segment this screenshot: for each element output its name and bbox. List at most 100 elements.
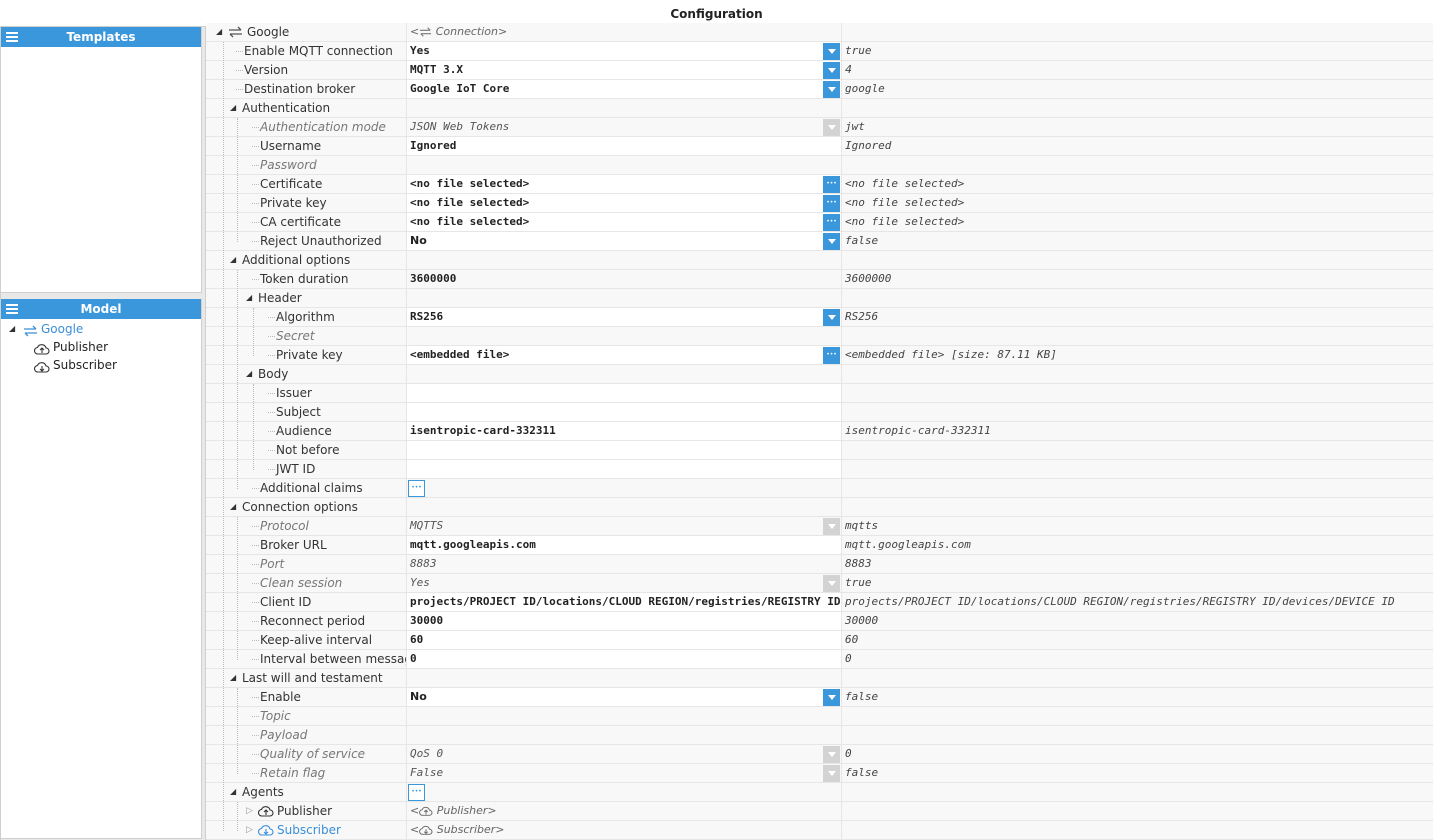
property-value-not-before[interactable] [406, 441, 841, 459]
property-value-keep-alive[interactable]: 60 [406, 631, 841, 649]
property-row-additional-claims[interactable]: Additional claims [206, 479, 1433, 498]
property-row-reconnect-period[interactable]: Reconnect period 30000 30000 [206, 612, 1433, 631]
property-value-jwt-id[interactable] [406, 460, 841, 478]
raw-value-last-will [841, 669, 1433, 687]
property-row-auth-mode[interactable]: Authentication mode JSON Web Tokens jwt [206, 118, 1433, 137]
expanded-triangle-icon[interactable]: ◢ [246, 289, 252, 307]
edit-collection-button[interactable] [408, 784, 425, 801]
property-row-agent-subscriber[interactable]: ▷ Subscriber < Subscriber> [206, 821, 1433, 840]
property-row-certificate[interactable]: Certificate <no file selected><no file se… [206, 175, 1433, 194]
model-tree-item-publisher[interactable]: Publisher [1, 338, 201, 356]
expanded-triangle-icon[interactable]: ◢ [230, 251, 236, 269]
browse-button[interactable] [823, 195, 840, 212]
property-row-subject[interactable]: Subject [206, 403, 1433, 422]
dropdown-button[interactable] [823, 81, 840, 98]
property-row-username[interactable]: Username Ignored Ignored [206, 137, 1433, 156]
browse-button[interactable] [823, 347, 840, 364]
property-row-authentication[interactable]: ◢ Authentication [206, 99, 1433, 118]
property-row-last-will[interactable]: ◢ Last will and testament [206, 669, 1433, 688]
property-row-destination-broker[interactable]: Destination broker Google IoT Core google [206, 80, 1433, 99]
property-row-port[interactable]: Port 8883 8883 [206, 555, 1433, 574]
browse-button[interactable] [823, 214, 840, 231]
property-value-destination-broker[interactable]: Google IoT Core [406, 80, 841, 98]
expanded-triangle-icon[interactable]: ◢ [230, 498, 236, 516]
property-row-qos[interactable]: Quality of service QoS 00 [206, 745, 1433, 764]
property-row-password[interactable]: Password [206, 156, 1433, 175]
property-value-header-private-key[interactable]: <embedded file> [406, 346, 841, 364]
property-row-client-id[interactable]: Client ID projects/PROJECT ID/locations/C… [206, 593, 1433, 612]
property-row-agent-publisher[interactable]: ▷ Publisher < Publisher> [206, 802, 1433, 821]
property-row-payload[interactable]: Payload [206, 726, 1433, 745]
property-value-audience[interactable]: isentropic-card-332311 [406, 422, 841, 440]
templates-panel-title: Templates [66, 30, 136, 44]
tree-connector [252, 241, 259, 242]
property-value-issuer[interactable] [406, 384, 841, 402]
dropdown-button[interactable] [823, 62, 840, 79]
property-row-ca-certificate[interactable]: CA certificate <no file selected><no file… [206, 213, 1433, 232]
hamburger-menu-icon[interactable] [6, 32, 18, 42]
property-row-retain-flag[interactable]: Retain flag False false [206, 764, 1433, 783]
edit-collection-button[interactable] [408, 480, 425, 497]
property-value-interval-messages[interactable]: 0 [406, 650, 841, 668]
property-row-interval-messages[interactable]: Interval between messages 0 0 [206, 650, 1433, 669]
raw-value-protocol: mqtts [841, 517, 1433, 535]
property-value-reconnect-period[interactable]: 30000 [406, 612, 841, 630]
property-label: Additional options [242, 253, 351, 267]
property-row-lwt-enable[interactable]: Enable No false [206, 688, 1433, 707]
browse-button[interactable] [823, 176, 840, 193]
expanded-triangle-icon[interactable]: ◢ [216, 23, 222, 41]
property-row-version[interactable]: Version MQTT 3.X 4 [206, 61, 1433, 80]
property-row-body[interactable]: ◢ Body [206, 365, 1433, 384]
property-row-token-duration[interactable]: Token duration 3600000 3600000 [206, 270, 1433, 289]
expanded-triangle-icon[interactable]: ◢ [246, 365, 252, 383]
property-value-enable-mqtt[interactable]: Yes [406, 42, 841, 60]
property-value-broker-url[interactable]: mqtt.googleapis.com [406, 536, 841, 554]
property-value-ca-certificate[interactable]: <no file selected> [406, 213, 841, 231]
model-tree-item-subscriber[interactable]: Subscriber [1, 356, 201, 374]
expanded-triangle-icon[interactable]: ◢ [230, 99, 236, 117]
property-value-algorithm[interactable]: RS256 [406, 308, 841, 326]
model-tree-item-google[interactable]: ◢ Google [1, 320, 201, 338]
tree-connector [252, 602, 259, 603]
property-row-algorithm[interactable]: Algorithm RS256 RS256 [206, 308, 1433, 327]
property-row-header-private-key[interactable]: Private key <embedded file><embedded file… [206, 346, 1433, 365]
left-column: Templates Model ◢ Google Publisher Subsc… [0, 27, 202, 840]
property-value-private-key[interactable]: <no file selected> [406, 194, 841, 212]
property-value-client-id[interactable]: projects/PROJECT ID/locations/CLOUD REGI… [406, 593, 841, 611]
expanded-triangle-icon[interactable]: ◢ [230, 783, 236, 801]
hamburger-menu-icon[interactable] [6, 304, 18, 314]
property-row-audience[interactable]: Audience isentropic-card-332311 isentropic… [206, 422, 1433, 441]
property-row-reject-unauthorized[interactable]: Reject Unauthorized No false [206, 232, 1433, 251]
property-row-jwt-id[interactable]: JWT ID [206, 460, 1433, 479]
dropdown-button[interactable] [823, 309, 840, 326]
property-row-not-before[interactable]: Not before [206, 441, 1433, 460]
expanded-triangle-icon[interactable]: ◢ [9, 320, 15, 338]
collapsed-triangle-icon[interactable]: ▷ [246, 802, 253, 820]
property-value-reject-unauthorized[interactable]: No [406, 232, 841, 250]
dropdown-button[interactable] [823, 233, 840, 250]
property-row-header[interactable]: ◢ Header [206, 289, 1433, 308]
collapsed-triangle-icon[interactable]: ▷ [246, 821, 253, 839]
property-row-protocol[interactable]: Protocol MQTTS mqtts [206, 517, 1433, 536]
property-value-certificate[interactable]: <no file selected> [406, 175, 841, 193]
property-row-agents[interactable]: ◢ Agents [206, 783, 1433, 802]
property-row-issuer[interactable]: Issuer [206, 384, 1433, 403]
property-row-enable-mqtt[interactable]: Enable MQTT connection Yes true [206, 42, 1433, 61]
expanded-triangle-icon[interactable]: ◢ [230, 669, 236, 687]
property-row-clean-session[interactable]: Clean session Yes true [206, 574, 1433, 593]
property-row-google[interactable]: ◢ Google < Connection> [206, 23, 1433, 42]
property-row-additional-options[interactable]: ◢ Additional options [206, 251, 1433, 270]
templates-panel-header: Templates [1, 27, 201, 47]
property-row-topic[interactable]: Topic [206, 707, 1433, 726]
property-row-keep-alive[interactable]: Keep-alive interval 60 60 [206, 631, 1433, 650]
property-row-secret[interactable]: Secret [206, 327, 1433, 346]
property-row-private-key[interactable]: Private key <no file selected><no file se… [206, 194, 1433, 213]
property-row-connection-options[interactable]: ◢ Connection options [206, 498, 1433, 517]
property-value-version[interactable]: MQTT 3.X [406, 61, 841, 79]
property-row-broker-url[interactable]: Broker URL mqtt.googleapis.com mqtt.google… [206, 536, 1433, 555]
property-value-lwt-enable[interactable]: No [406, 688, 841, 706]
dropdown-button[interactable] [823, 43, 840, 60]
property-value-subject[interactable] [406, 403, 841, 421]
property-value-username[interactable]: Ignored [406, 137, 841, 155]
dropdown-button[interactable] [823, 689, 840, 706]
